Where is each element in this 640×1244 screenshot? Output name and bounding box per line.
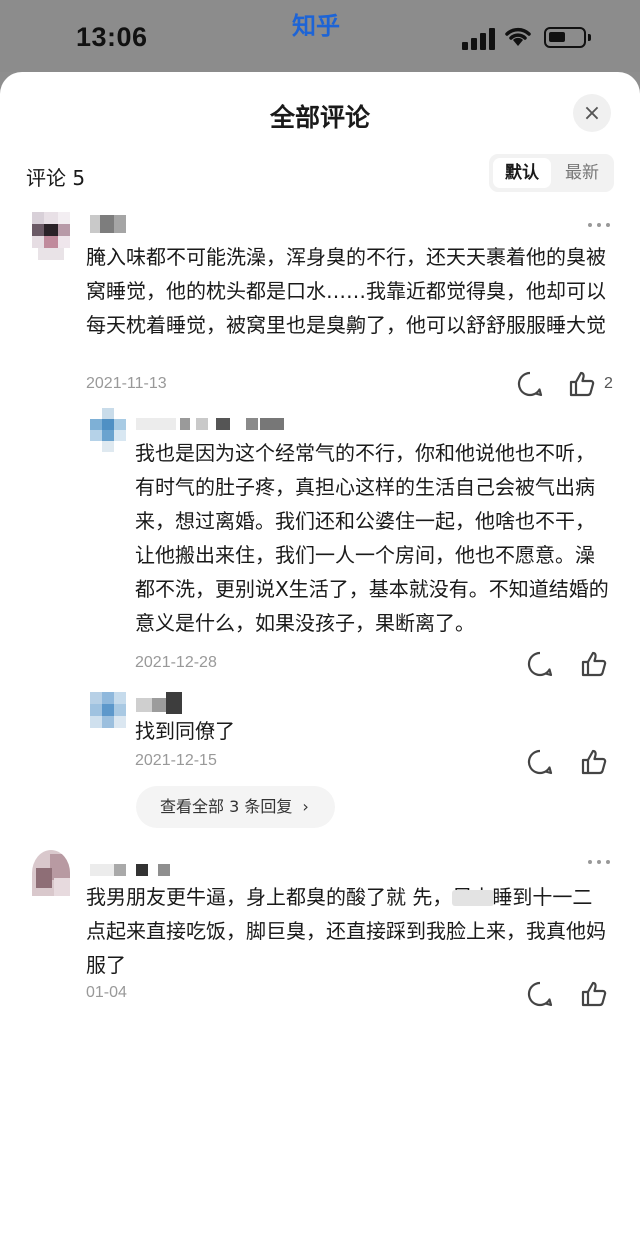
view-all-label: 查看全部 3 条回复: [160, 797, 293, 816]
avatar[interactable]: [32, 212, 70, 260]
close-icon: ×: [582, 100, 602, 126]
view-all-replies-button[interactable]: 查看全部 3 条回复 ›: [136, 786, 335, 828]
like-icon[interactable]: [580, 980, 608, 1008]
avatar[interactable]: [90, 692, 126, 728]
comment-icon[interactable]: [516, 370, 544, 398]
battery-icon: [544, 27, 591, 48]
comments-sheet: 全部评论 × 评论 5 默认 最新 腌入味都不可能洗澡，浑身臭的不行，还天天裹着…: [0, 72, 640, 1244]
comment-text: 腌入味都不可能洗澡，浑身臭的不行，还天天裹着他的臭被窝睡觉，他的枕头都是口水………: [86, 245, 606, 337]
blurred-text: [452, 890, 494, 906]
reply-date: 2021-12-28: [135, 654, 217, 671]
comment-icon[interactable]: [526, 980, 554, 1008]
like-icon[interactable]: [580, 650, 608, 678]
app-name: 知乎: [292, 12, 340, 40]
avatar[interactable]: [90, 408, 126, 452]
more-icon[interactable]: [588, 221, 616, 229]
sort-default-button[interactable]: 默认: [493, 158, 551, 188]
close-button[interactable]: ×: [573, 94, 611, 132]
signal-icon: [462, 28, 496, 50]
username-blurred[interactable]: [136, 692, 184, 716]
sort-newest-button[interactable]: 最新: [555, 158, 609, 188]
username-blurred[interactable]: [136, 418, 286, 432]
wifi-icon: [505, 27, 531, 46]
reply-date: 2021-12-15: [135, 752, 217, 769]
comment-date: 2021-11-13: [86, 375, 167, 392]
chevron-right-icon: ›: [302, 797, 309, 816]
comment-count: 评论 5: [26, 166, 86, 190]
more-icon[interactable]: [588, 858, 616, 866]
comment-date: 01-04: [86, 984, 127, 1001]
reply-text: 找到同僚了: [135, 719, 235, 743]
like-icon[interactable]: [580, 748, 608, 776]
comment-text: 我男朋友更牛逼，身上都臭的酸了就 先，早上睡到十一二点起来直接吃饭，脚巨臭，还直…: [86, 885, 606, 977]
status-time: 13:06: [76, 22, 148, 52]
like-count: 2: [604, 375, 613, 392]
avatar[interactable]: [32, 850, 70, 896]
sort-toggle: 默认 最新: [489, 154, 614, 192]
username-blurred[interactable]: [90, 864, 174, 878]
comment-icon[interactable]: [526, 748, 554, 776]
comment-icon[interactable]: [526, 650, 554, 678]
reply-text: 我也是因为这个经常气的不行，你和他说他也不听，有时气的肚子疼，真担心这样的生活自…: [135, 441, 609, 635]
status-bar: 13:06 知乎: [0, 0, 640, 72]
username-blurred[interactable]: [90, 215, 126, 233]
sheet-title: 全部评论: [269, 103, 370, 132]
like-icon[interactable]: [568, 370, 596, 398]
